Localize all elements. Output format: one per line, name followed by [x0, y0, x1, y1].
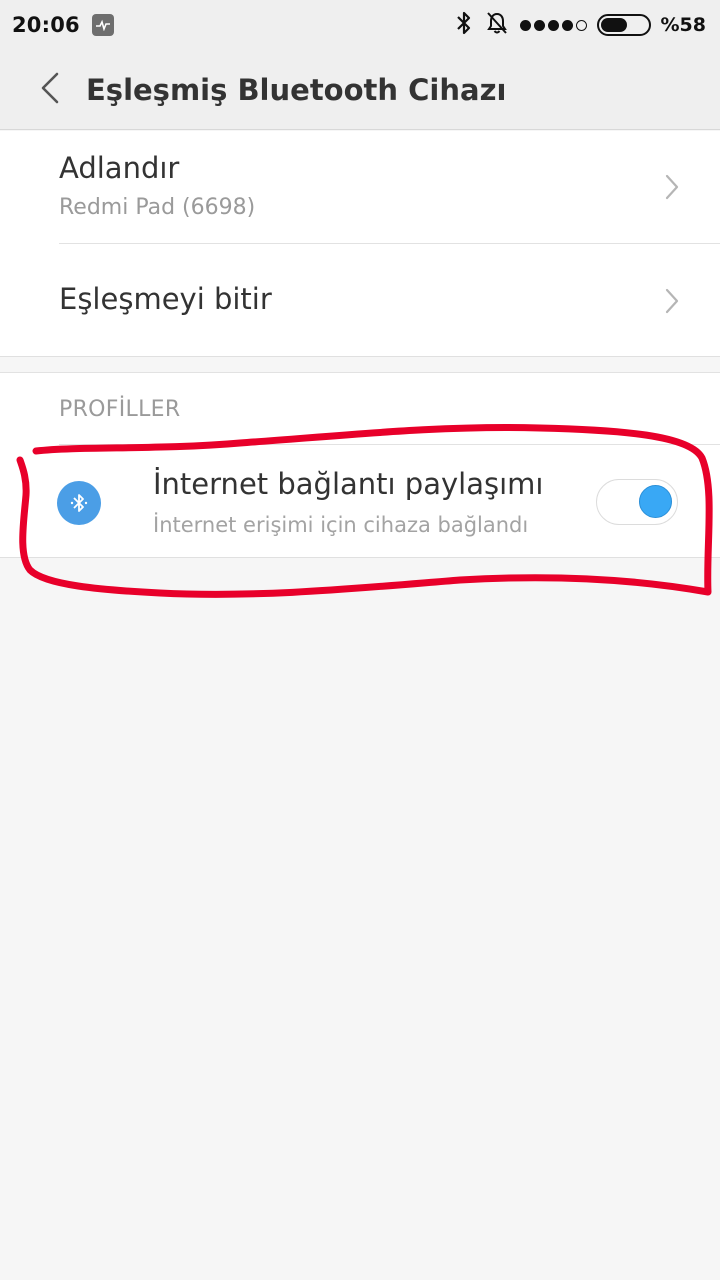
status-indicators: %58 — [454, 10, 706, 40]
internet-sharing-status: İnternet erişimi için cihaza bağlandı — [153, 513, 529, 537]
bluetooth-icon — [57, 481, 101, 525]
back-button[interactable] — [20, 60, 80, 120]
chevron-right-icon — [664, 173, 680, 205]
profiles-card: PROFİLLER İnternet bağlantı paylaşımı İn… — [0, 372, 720, 558]
device-name: Redmi Pad (6698) — [59, 195, 256, 220]
unpair-row[interactable]: Eşleşmeyi bitir — [0, 244, 720, 357]
profiles-section-label: PROFİLLER — [59, 397, 181, 422]
rename-title: Adlandır — [59, 151, 180, 185]
page-title: Eşleşmiş Bluetooth Cihazı — [86, 72, 507, 107]
signal-dot — [519, 19, 531, 31]
battery-percent: %58 — [660, 14, 706, 36]
signal-dot — [561, 19, 573, 31]
signal-dot — [575, 19, 587, 31]
signal-dots-icon — [519, 19, 587, 31]
unpair-title: Eşleşmeyi bitir — [59, 282, 272, 316]
toggle-knob — [639, 485, 672, 518]
signal-dot — [547, 19, 559, 31]
bluetooth-icon — [454, 10, 474, 40]
internet-sharing-title: İnternet bağlantı paylaşımı — [153, 467, 544, 501]
chevron-left-icon — [39, 71, 61, 109]
battery-icon — [596, 14, 651, 36]
rename-row[interactable]: Adlandır Redmi Pad (6698) — [0, 131, 720, 243]
device-settings-card: Adlandır Redmi Pad (6698) Eşleşmeyi biti… — [0, 131, 720, 357]
battery-level-fill — [600, 18, 628, 32]
status-time: 20:06 — [12, 13, 80, 37]
screen: 20:06 %58 Eşleşmiş Bluetooth Cihazı Adla… — [0, 0, 720, 1280]
signal-dot — [533, 19, 545, 31]
bell-off-icon — [484, 10, 510, 40]
status-bar: 20:06 %58 — [0, 0, 720, 50]
activity-monitor-icon — [91, 14, 114, 36]
chevron-right-icon — [664, 287, 680, 319]
internet-sharing-toggle[interactable] — [596, 479, 678, 525]
app-header: Eşleşmiş Bluetooth Cihazı — [0, 50, 720, 130]
